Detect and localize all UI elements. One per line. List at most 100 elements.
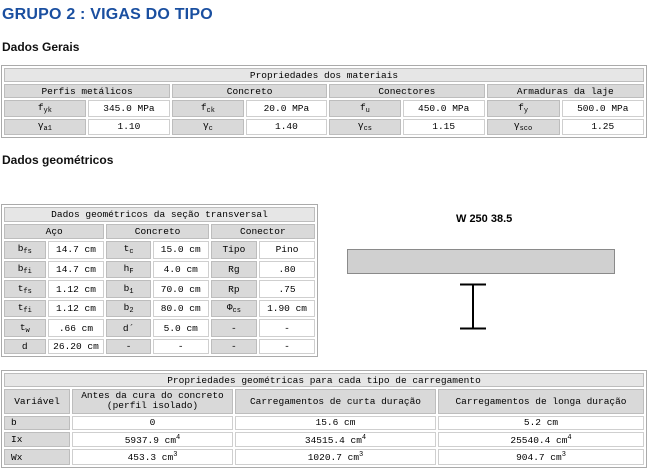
- value-fy: 500.0 MPa: [561, 100, 644, 117]
- group-conectores: Conectores: [329, 84, 485, 99]
- load-value-1: 0: [72, 415, 233, 430]
- steel-symbol: d: [4, 338, 46, 354]
- symbol-gamma-c: γc: [172, 118, 244, 135]
- load-value-2: 15.6 cm: [235, 415, 436, 430]
- value-gamma-cs: 1.15: [402, 118, 485, 135]
- geometry-row: bfi 14.7 cm hF 4.0 cm Rg .80: [4, 260, 315, 279]
- steel-symbol: tfs: [4, 280, 46, 298]
- unit-exponent: 3: [173, 451, 178, 460]
- load-value-1: 453.3 cm3: [72, 449, 233, 465]
- steel-symbol-subscript: fs: [23, 287, 32, 296]
- steel-value: .66 cm: [47, 319, 105, 337]
- materials-table: Propriedades dos materiais Perfis metáli…: [1, 65, 647, 138]
- value-gamma-a1: 1.10: [87, 118, 171, 135]
- load-value-3: 5.2 cm: [438, 415, 644, 430]
- load-value-3: 904.7 cm3: [438, 449, 644, 465]
- connector-value: Pino: [259, 241, 315, 259]
- concrete-value: 5.0 cm: [152, 319, 209, 337]
- header-longa-duracao: Carregamentos de longa duração: [438, 389, 644, 414]
- variable-name: Wx: [4, 449, 70, 465]
- page-title: GRUPO 2 : VIGAS DO TIPO: [2, 6, 213, 23]
- variable-name: b: [4, 415, 70, 430]
- loads-caption: Propriedades geométricas para cada tipo …: [4, 373, 644, 388]
- geometry-row: tw .66 cm d´ 5.0 cm - -: [4, 319, 315, 337]
- unit-exponent: 4: [361, 433, 367, 442]
- concrete-symbol: b2: [106, 299, 151, 318]
- concrete-symbol: d´: [106, 319, 151, 337]
- symbol-fck: fck: [172, 100, 244, 117]
- section-heading-geometry: Dados geométricos: [2, 153, 114, 167]
- steel-symbol: bfi: [4, 260, 46, 279]
- symbol-gamma-sco: γsco: [486, 118, 560, 135]
- connector-value: -: [259, 338, 315, 354]
- concrete-value: 80.0 cm: [152, 299, 209, 318]
- i-beam-icon: [460, 283, 486, 330]
- symbol-gamma-a1: γa1: [4, 118, 86, 135]
- geometry-row: d 26.20 cm - - - -: [4, 338, 315, 354]
- steel-value: 26.20 cm: [47, 338, 105, 354]
- steel-symbol-subscript: fi: [23, 267, 32, 276]
- header-curta-duracao: Carregamentos de curta duração: [235, 389, 436, 414]
- variable-name: Ix: [4, 432, 70, 448]
- value-gamma-c: 1.40: [245, 118, 328, 135]
- connector-value: .80: [259, 260, 315, 279]
- load-value-1: 5937.9 cm4: [72, 432, 233, 448]
- connector-symbol: Φcs: [210, 299, 258, 318]
- value-fu: 450.0 MPa: [402, 100, 485, 117]
- concrete-value: 15.0 cm: [152, 241, 209, 259]
- concrete-symbol-subscript: 1: [129, 287, 134, 296]
- unit-exponent: 4: [176, 433, 181, 442]
- unit-exponent: 4: [567, 433, 572, 442]
- connector-value: .75: [259, 280, 315, 298]
- connector-symbol: Rg: [210, 260, 258, 279]
- connector-value: 1.90 cm: [259, 299, 315, 318]
- steel-symbol-subscript: fs: [23, 248, 32, 257]
- steel-value: 14.7 cm: [47, 260, 105, 279]
- loads-row: b 0 15.6 cm 5.2 cm: [4, 415, 644, 430]
- connector-symbol: Rp: [210, 280, 258, 298]
- steel-symbol: tw: [4, 319, 46, 337]
- geometry-table: Dados geométricos da seção transversal A…: [1, 204, 318, 357]
- steel-value: 1.12 cm: [47, 280, 105, 298]
- steel-symbol: tfi: [4, 299, 46, 318]
- geometry-caption: Dados geométricos da seção transversal: [4, 207, 315, 223]
- concrete-symbol: hF: [106, 260, 151, 279]
- loads-row: Ix 5937.9 cm4 34515.4 cm4 25540.4 cm4: [4, 432, 644, 448]
- group-aco: Aço: [4, 224, 105, 240]
- symbol-fy: fy: [486, 100, 560, 117]
- concrete-symbol-subscript: c: [129, 248, 134, 257]
- symbol-gamma-cs: γcs: [329, 118, 401, 135]
- steel-symbol-subscript: fi: [23, 307, 32, 316]
- connector-symbol: Tipo: [210, 241, 258, 259]
- group-perfis: Perfis metálicos: [4, 84, 171, 99]
- load-value-3: 25540.4 cm4: [438, 432, 644, 448]
- symbol-fyk: fyk: [4, 100, 86, 117]
- steel-symbol: bfs: [4, 241, 46, 259]
- group-concreto: Concreto: [172, 84, 328, 99]
- geometry-row: bfs 14.7 cm tc 15.0 cm Tipo Pino: [4, 241, 315, 259]
- unit-exponent: 3: [561, 451, 566, 460]
- concrete-value: 70.0 cm: [152, 280, 209, 298]
- concrete-symbol: -: [106, 338, 151, 354]
- load-value-2: 34515.4 cm4: [235, 432, 436, 448]
- header-antes-cura: Antes da cura do concreto (perfil isolad…: [72, 389, 233, 414]
- steel-symbol-subscript: w: [25, 326, 30, 335]
- connector-value: -: [259, 319, 315, 337]
- section-name-label: W 250 38.5: [456, 213, 513, 225]
- section-heading-general: Dados Gerais: [2, 40, 80, 54]
- slab-rectangle: [347, 249, 615, 274]
- concrete-symbol-subscript: 2: [129, 307, 134, 316]
- concrete-symbol: b1: [106, 280, 151, 298]
- value-fyk: 345.0 MPa: [87, 100, 171, 117]
- geometry-row: tfs 1.12 cm b1 70.0 cm Rp .75: [4, 280, 315, 298]
- concrete-symbol-subscript: F: [129, 267, 134, 276]
- concrete-value: -: [152, 338, 209, 354]
- value-fck: 20.0 MPa: [245, 100, 328, 117]
- connector-symbol-subscript: cs: [232, 307, 241, 316]
- unit-exponent: 3: [359, 451, 364, 460]
- concrete-symbol: tc: [106, 241, 151, 259]
- connector-symbol: -: [210, 319, 258, 337]
- load-value-2: 1020.7 cm3: [235, 449, 436, 465]
- loads-table: Propriedades geométricas para cada tipo …: [1, 370, 647, 468]
- materials-caption: Propriedades dos materiais: [4, 68, 644, 83]
